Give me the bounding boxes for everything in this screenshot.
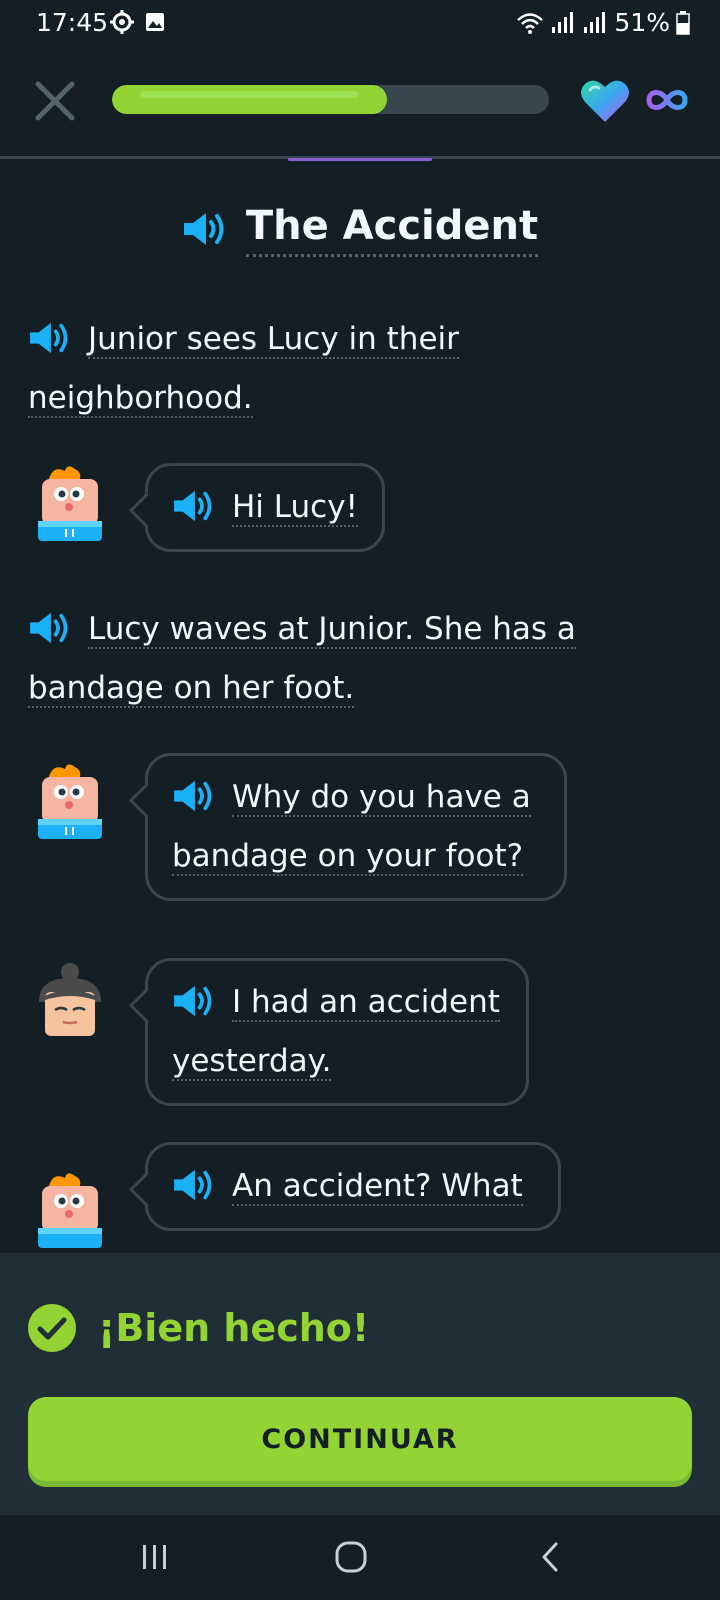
speaker-icon[interactable] [172, 984, 214, 1018]
speech-bubble: An accident? What [145, 1142, 561, 1231]
speech-bubble: I had an accident yesterday. [145, 958, 529, 1106]
heart-icon[interactable] [580, 78, 630, 124]
continue-button[interactable]: CONTINUAR [28, 1397, 692, 1481]
speaker-icon[interactable] [172, 779, 214, 813]
speaker-icon[interactable] [182, 211, 226, 247]
narration-text[interactable]: Lucy waves at Junior. She has a bandage … [28, 611, 576, 708]
narration-text[interactable]: Junior sees Lucy in their neighborhood. [28, 321, 459, 418]
dialogue-text[interactable]: An accident? What [232, 1168, 523, 1206]
dialogue-text[interactable]: Why do you have a bandage on your foot? [172, 779, 531, 876]
lesson-header [0, 60, 720, 158]
battery-percent: 51% [614, 8, 670, 37]
feedback-message: ¡Bien hecho! [98, 1306, 370, 1350]
dialogue-text[interactable]: Hi Lucy! [232, 489, 358, 527]
speaker-icon[interactable] [172, 489, 214, 523]
speech-bubble: Why do you have a bandage on your foot? [145, 753, 567, 901]
narration-line: Junior sees Lucy in their neighborhood. [28, 310, 658, 428]
signal-icon [584, 11, 606, 33]
recent-apps-button[interactable] [130, 1535, 180, 1579]
check-circle-icon [28, 1304, 76, 1352]
feedback-panel: ¡Bien hecho! CONTINUAR [0, 1253, 720, 1515]
system-nav-bar [0, 1515, 720, 1600]
speech-bubble: Hi Lucy! [145, 463, 385, 552]
back-icon [542, 1542, 558, 1572]
story-title-row: The Accident [0, 200, 720, 257]
status-time: 17:45 [36, 8, 109, 37]
close-icon[interactable] [30, 76, 80, 126]
gear-icon [110, 10, 134, 34]
status-bar: 17:45 51% [0, 0, 720, 46]
story-content[interactable]: The Accident Junior sees Lucy in their n… [0, 160, 720, 1253]
battery-icon [676, 10, 690, 35]
gallery-icon [146, 13, 164, 31]
story-title[interactable]: The Accident [245, 200, 539, 257]
progress-fill [112, 85, 388, 114]
speaker-icon[interactable] [172, 1168, 214, 1202]
signal-icon [552, 11, 574, 33]
home-button[interactable] [326, 1535, 376, 1579]
lesson-progress-bar [112, 85, 549, 114]
speaker-icon[interactable] [28, 321, 70, 355]
back-button[interactable] [525, 1535, 575, 1579]
wifi-icon [517, 12, 544, 34]
narration-line: Lucy waves at Junior. She has a bandage … [28, 600, 658, 718]
home-icon [335, 1541, 367, 1573]
speaker-icon[interactable] [28, 611, 70, 645]
infinity-icon [646, 90, 688, 110]
junior-avatar [38, 764, 102, 839]
lucy-avatar [39, 963, 101, 1036]
junior-avatar [38, 466, 102, 541]
recent-apps-icon [143, 1545, 166, 1569]
dialogue-text[interactable]: I had an accident yesterday. [172, 984, 500, 1081]
junior-avatar [38, 1173, 102, 1248]
